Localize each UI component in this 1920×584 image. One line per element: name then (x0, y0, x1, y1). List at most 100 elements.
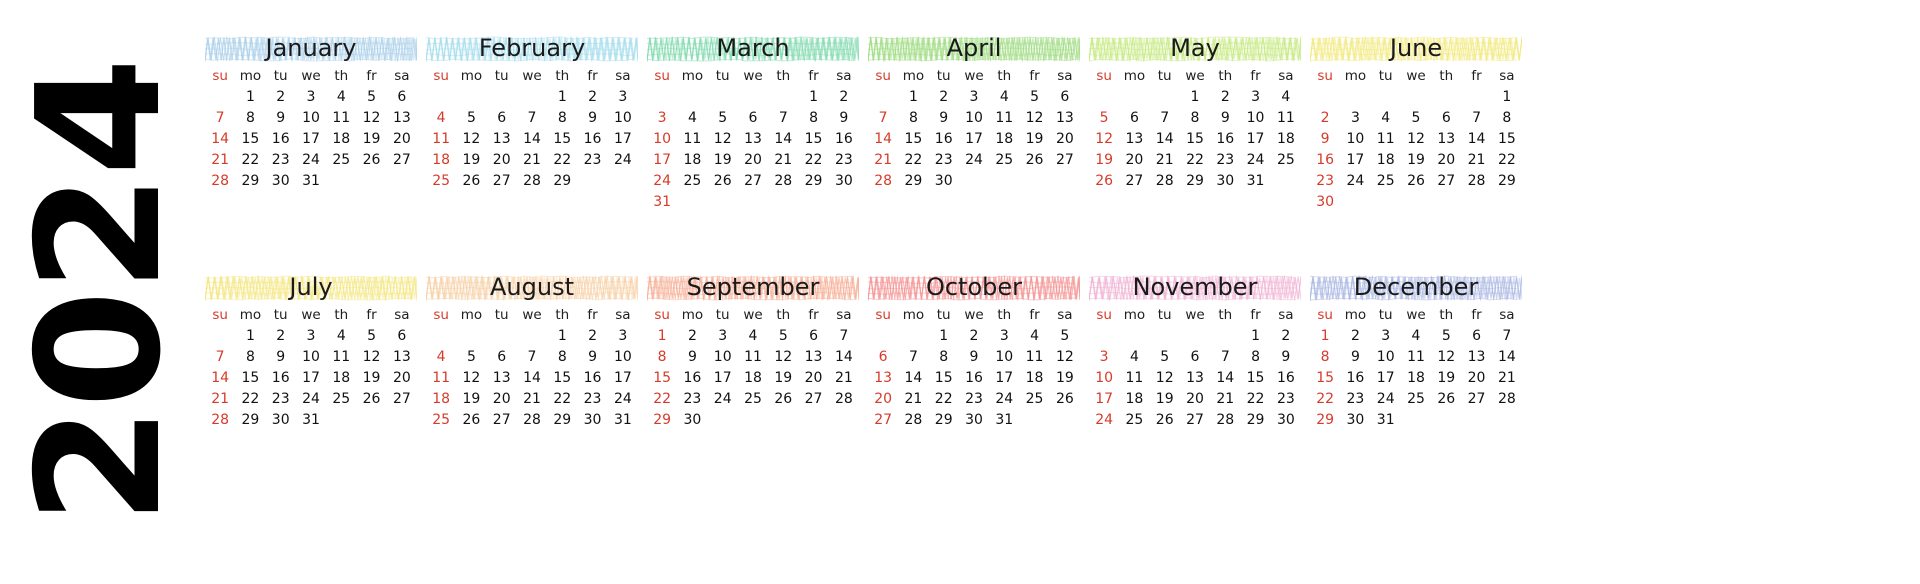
day-cell[interactable]: 25 (1401, 389, 1431, 410)
day-cell[interactable]: 23 (829, 150, 859, 171)
day-cell[interactable]: 29 (235, 171, 265, 192)
day-cell[interactable]: 15 (1240, 368, 1270, 389)
day-cell[interactable]: 9 (266, 108, 296, 129)
day-cell[interactable]: 12 (1150, 368, 1180, 389)
day-cell[interactable]: 13 (1180, 368, 1210, 389)
day-cell[interactable]: 25 (1371, 171, 1401, 192)
day-cell[interactable]: 2 (1310, 108, 1340, 129)
day-cell[interactable]: 4 (326, 87, 356, 108)
day-cell[interactable]: 31 (989, 410, 1019, 431)
day-cell[interactable]: 25 (677, 171, 707, 192)
day-cell[interactable]: 2 (577, 326, 607, 347)
day-cell[interactable]: 9 (1210, 108, 1240, 129)
day-cell[interactable]: 17 (1340, 150, 1370, 171)
day-cell[interactable]: 23 (266, 150, 296, 171)
day-cell[interactable]: 27 (487, 410, 517, 431)
day-cell[interactable]: 29 (547, 410, 577, 431)
day-cell[interactable]: 9 (1271, 347, 1301, 368)
day-cell[interactable]: 18 (989, 129, 1019, 150)
day-cell[interactable]: 30 (829, 171, 859, 192)
day-cell[interactable]: 26 (768, 389, 798, 410)
day-cell[interactable]: 20 (1461, 368, 1491, 389)
day-cell[interactable]: 2 (1271, 326, 1301, 347)
day-cell[interactable]: 2 (266, 87, 296, 108)
day-cell[interactable]: 21 (1150, 150, 1180, 171)
day-cell[interactable]: 25 (989, 150, 1019, 171)
day-cell[interactable]: 24 (647, 171, 677, 192)
day-cell[interactable]: 30 (929, 171, 959, 192)
day-cell[interactable]: 25 (1119, 410, 1149, 431)
day-cell[interactable]: 28 (768, 171, 798, 192)
day-cell[interactable]: 1 (547, 87, 577, 108)
day-cell[interactable]: 1 (798, 87, 828, 108)
day-cell[interactable]: 3 (296, 87, 326, 108)
day-cell[interactable]: 11 (1401, 347, 1431, 368)
day-cell[interactable]: 16 (1271, 368, 1301, 389)
day-cell[interactable]: 29 (1240, 410, 1270, 431)
day-cell[interactable]: 19 (1150, 389, 1180, 410)
day-cell[interactable]: 26 (1150, 410, 1180, 431)
day-cell[interactable]: 6 (1461, 326, 1491, 347)
day-cell[interactable]: 8 (547, 108, 577, 129)
day-cell[interactable]: 29 (1310, 410, 1340, 431)
day-cell[interactable]: 12 (708, 129, 738, 150)
day-cell[interactable]: 27 (738, 171, 768, 192)
day-cell[interactable]: 28 (1461, 171, 1491, 192)
day-cell[interactable]: 20 (798, 368, 828, 389)
day-cell[interactable]: 28 (205, 171, 235, 192)
day-cell[interactable]: 7 (205, 108, 235, 129)
day-cell[interactable]: 18 (426, 150, 456, 171)
day-cell[interactable]: 31 (608, 410, 638, 431)
day-cell[interactable]: 28 (517, 171, 547, 192)
day-cell[interactable]: 27 (1180, 410, 1210, 431)
day-cell[interactable]: 16 (677, 368, 707, 389)
day-cell[interactable]: 4 (677, 108, 707, 129)
day-cell[interactable]: 24 (296, 389, 326, 410)
day-cell[interactable]: 15 (1310, 368, 1340, 389)
day-cell[interactable]: 1 (235, 326, 265, 347)
day-cell[interactable]: 13 (487, 129, 517, 150)
day-cell[interactable]: 14 (517, 368, 547, 389)
day-cell[interactable]: 26 (1401, 171, 1431, 192)
day-cell[interactable]: 15 (1180, 129, 1210, 150)
day-cell[interactable]: 19 (1089, 150, 1119, 171)
day-cell[interactable]: 7 (205, 347, 235, 368)
day-cell[interactable]: 1 (1180, 87, 1210, 108)
day-cell[interactable]: 16 (929, 129, 959, 150)
day-cell[interactable]: 15 (929, 368, 959, 389)
day-cell[interactable]: 3 (1340, 108, 1370, 129)
day-cell[interactable]: 27 (1050, 150, 1080, 171)
day-cell[interactable]: 24 (296, 150, 326, 171)
day-cell[interactable]: 21 (1461, 150, 1491, 171)
day-cell[interactable]: 16 (1210, 129, 1240, 150)
day-cell[interactable]: 9 (266, 347, 296, 368)
day-cell[interactable]: 6 (1431, 108, 1461, 129)
day-cell[interactable]: 24 (1371, 389, 1401, 410)
day-cell[interactable]: 14 (868, 129, 898, 150)
day-cell[interactable]: 20 (387, 129, 417, 150)
day-cell[interactable]: 1 (898, 87, 928, 108)
day-cell[interactable]: 22 (235, 389, 265, 410)
day-cell[interactable]: 2 (959, 326, 989, 347)
day-cell[interactable]: 8 (1180, 108, 1210, 129)
day-cell[interactable]: 28 (205, 410, 235, 431)
day-cell[interactable]: 27 (1461, 389, 1491, 410)
day-cell[interactable]: 2 (577, 87, 607, 108)
day-cell[interactable]: 5 (1431, 326, 1461, 347)
day-cell[interactable]: 10 (296, 108, 326, 129)
day-cell[interactable]: 14 (829, 347, 859, 368)
day-cell[interactable]: 1 (929, 326, 959, 347)
day-cell[interactable]: 17 (1371, 368, 1401, 389)
day-cell[interactable]: 13 (387, 347, 417, 368)
day-cell[interactable]: 12 (356, 347, 386, 368)
day-cell[interactable]: 10 (1340, 129, 1370, 150)
day-cell[interactable]: 11 (1019, 347, 1049, 368)
day-cell[interactable]: 28 (868, 171, 898, 192)
day-cell[interactable]: 9 (829, 108, 859, 129)
day-cell[interactable]: 24 (1089, 410, 1119, 431)
day-cell[interactable]: 21 (829, 368, 859, 389)
day-cell[interactable]: 10 (1371, 347, 1401, 368)
day-cell[interactable]: 16 (266, 368, 296, 389)
day-cell[interactable]: 4 (1019, 326, 1049, 347)
day-cell[interactable]: 25 (1271, 150, 1301, 171)
